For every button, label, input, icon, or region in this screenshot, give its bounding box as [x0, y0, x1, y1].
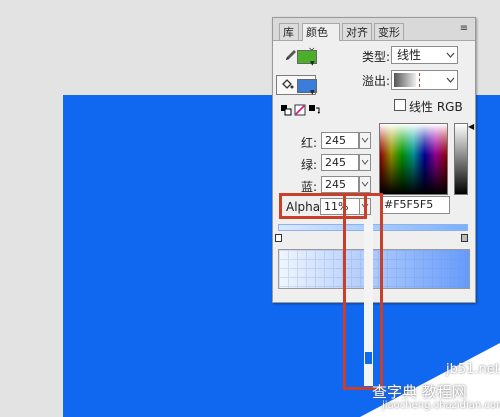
- hex-input[interactable]: #F5F5F5: [380, 196, 450, 214]
- chevron-down-icon: [446, 72, 455, 94]
- overflow-preview: [394, 73, 416, 87]
- type-select[interactable]: 线性: [391, 46, 458, 64]
- tab-library[interactable]: 库: [279, 23, 299, 40]
- overflow-divider: [419, 73, 421, 87]
- tab-transform-label: 变形: [378, 26, 400, 39]
- tab-align[interactable]: 对齐: [342, 23, 372, 40]
- swap-colors-icon[interactable]: [306, 104, 322, 120]
- red-input[interactable]: 245: [321, 132, 359, 149]
- tab-align-label: 对齐: [346, 26, 368, 39]
- color-spectrum[interactable]: [379, 123, 448, 195]
- watermark-site2: 查字典 教程网: [372, 383, 467, 401]
- overflow-select[interactable]: [391, 70, 458, 90]
- blue-input[interactable]: 245: [321, 176, 359, 193]
- chevron-down-icon: ▼: [310, 60, 315, 67]
- gradient-stop-left[interactable]: [275, 234, 282, 242]
- tab-library-label: 库: [283, 26, 294, 39]
- watermark-site3: jiaocheng.chazidian.com: [382, 400, 500, 411]
- green-label: 绿:: [301, 158, 318, 172]
- panel-tab-bar: 库 颜色× 对齐 变形 ≡: [273, 18, 475, 56]
- tab-color-label: 颜色: [306, 26, 328, 39]
- watermark-site1: jb51.net: [446, 362, 500, 377]
- gradient-stop-right[interactable]: [461, 234, 468, 242]
- lightness-slider[interactable]: [454, 123, 468, 195]
- tab-transform[interactable]: 变形: [374, 23, 404, 40]
- lightness-marker-icon[interactable]: ◀: [468, 122, 474, 131]
- type-value: 线性: [397, 48, 422, 62]
- blue-spinner[interactable]: [359, 176, 371, 193]
- type-label: 类型:: [362, 50, 391, 64]
- linear-rgb-checkbox[interactable]: [394, 99, 406, 111]
- linear-rgb-label: 线性 RGB: [409, 100, 463, 114]
- paint-bucket-icon: [279, 77, 295, 93]
- red-label: 红:: [301, 136, 318, 150]
- green-spinner[interactable]: [359, 154, 371, 171]
- green-input[interactable]: 245: [321, 154, 359, 171]
- overflow-label: 溢出:: [362, 74, 391, 88]
- tab-color[interactable]: 颜色×: [302, 23, 340, 56]
- panel-menu-icon[interactable]: ≡: [457, 23, 471, 35]
- chevron-down-icon: [446, 47, 455, 69]
- chevron-down-icon: ▼: [310, 89, 315, 96]
- red-spinner[interactable]: [359, 132, 371, 149]
